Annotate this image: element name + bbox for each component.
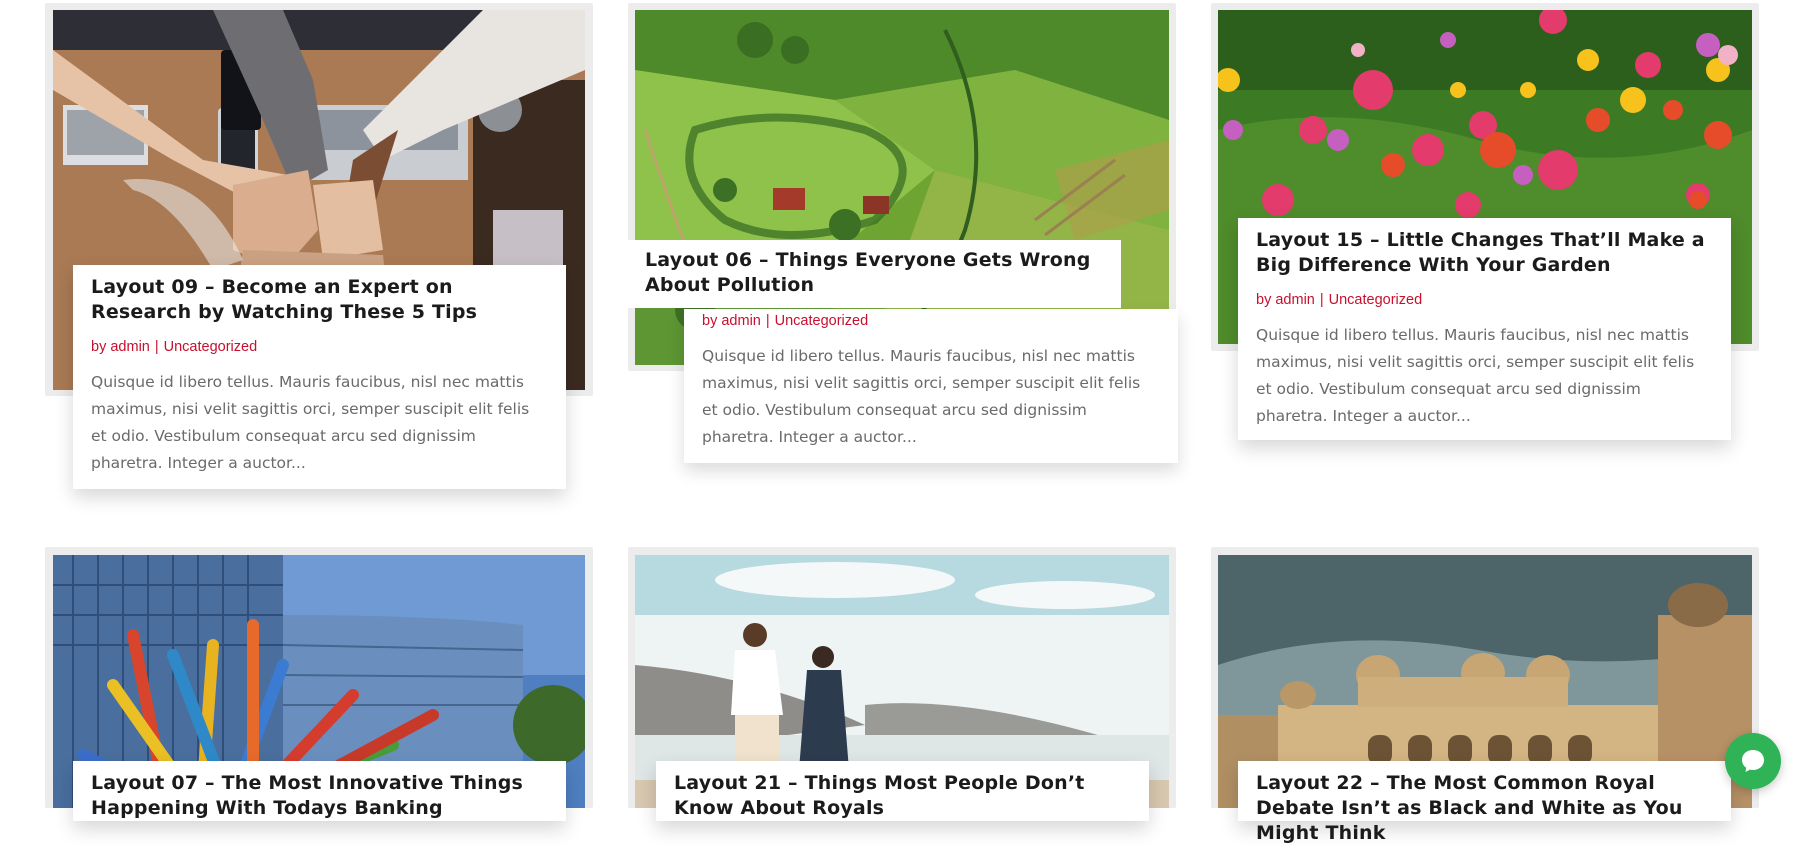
post-meta-by: by bbox=[702, 313, 718, 329]
post-content-box: Layout 15 – Little Changes That’ll Make … bbox=[1238, 218, 1731, 440]
post-content-box: Layout 21 – Things Most People Don’t Kno… bbox=[656, 761, 1149, 821]
post-category-link[interactable]: Uncategorized bbox=[1329, 292, 1423, 308]
post-excerpt: Quisque id libero tellus. Mauris faucibu… bbox=[1256, 326, 1695, 425]
post-meta: by admin | Uncategorized bbox=[1256, 290, 1713, 310]
post-title[interactable]: Layout 22 – The Most Common Royal Debate… bbox=[1256, 771, 1713, 846]
post-content-box: Layout 07 – The Most Innovative Things H… bbox=[73, 761, 566, 821]
post-category-link[interactable]: Uncategorized bbox=[164, 339, 258, 355]
chat-widget-button[interactable] bbox=[1725, 733, 1781, 789]
post-title[interactable]: Layout 07 – The Most Innovative Things H… bbox=[91, 771, 548, 821]
post-author-link[interactable]: admin bbox=[110, 339, 150, 355]
post-content-box: Layout 09 – Become an Expert on Research… bbox=[73, 265, 566, 489]
post-content-box: Layout 22 – The Most Common Royal Debate… bbox=[1238, 761, 1731, 844]
post-meta: by admin | Uncategorized bbox=[702, 311, 1160, 331]
post-excerpt: Quisque id libero tellus. Mauris faucibu… bbox=[91, 373, 530, 472]
post-title[interactable]: Layout 21 – Things Most People Don’t Kno… bbox=[674, 771, 1131, 821]
post-category-link[interactable]: Uncategorized bbox=[775, 313, 869, 329]
post-meta-by: by bbox=[91, 339, 107, 355]
post-meta-separator: | bbox=[765, 313, 770, 329]
post-excerpt: Quisque id libero tellus. Mauris faucibu… bbox=[702, 347, 1141, 446]
post-meta: by admin | Uncategorized bbox=[91, 337, 548, 357]
post-title[interactable]: Layout 09 – Become an Expert on Research… bbox=[91, 275, 548, 325]
post-title[interactable]: Layout 06 – Things Everyone Gets Wrong A… bbox=[645, 248, 1103, 298]
post-excerpt-box: by admin | Uncategorized Quisque id libero… bbox=[684, 309, 1178, 463]
post-title-box: Layout 06 – Things Everyone Gets Wrong A… bbox=[627, 240, 1121, 308]
chat-bubble-icon bbox=[1742, 750, 1764, 772]
post-meta-by: by bbox=[1256, 292, 1272, 308]
post-meta-separator: | bbox=[1319, 292, 1324, 308]
post-author-link[interactable]: admin bbox=[721, 313, 761, 329]
post-meta-separator: | bbox=[154, 339, 159, 355]
post-author-link[interactable]: admin bbox=[1275, 292, 1315, 308]
post-title[interactable]: Layout 15 – Little Changes That’ll Make … bbox=[1256, 228, 1713, 278]
